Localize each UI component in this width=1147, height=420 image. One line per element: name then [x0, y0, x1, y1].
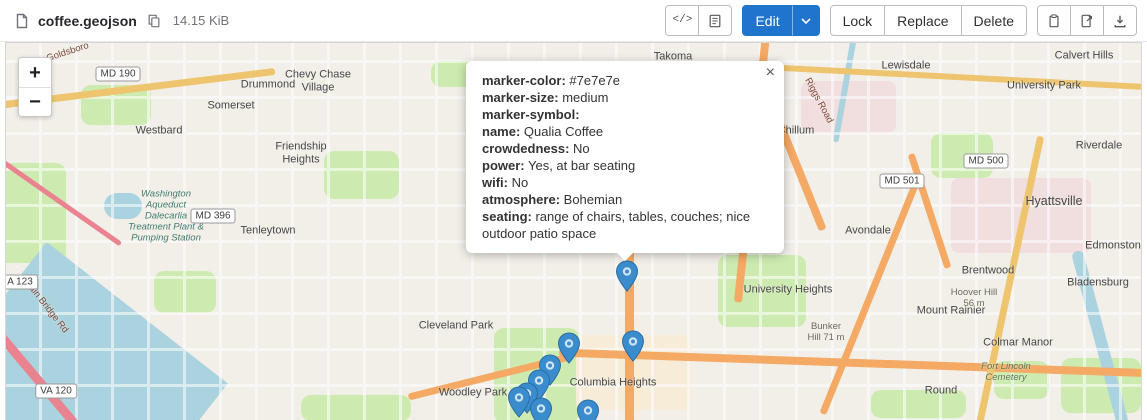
popup-field-key: atmosphere:	[482, 192, 560, 207]
popup-field-value: Yes, at bar seating	[525, 158, 636, 173]
popup-field-value: Bohemian	[560, 192, 622, 207]
map-marker[interactable]	[507, 386, 531, 418]
zoom-out-button[interactable]: −	[19, 87, 51, 116]
popup-field-key: marker-size:	[482, 90, 559, 105]
map-canvas[interactable]: GoldsboroDrummondChevy Chase VillageSome…	[5, 42, 1142, 420]
popup-field: atmosphere: Bohemian	[482, 191, 768, 208]
replace-button[interactable]: Replace	[884, 5, 961, 36]
popup-field: marker-size: medium	[482, 89, 768, 106]
edit-split-button: Edit	[742, 5, 819, 36]
lock-button[interactable]: Lock	[830, 5, 886, 36]
delete-button[interactable]: Delete	[961, 5, 1027, 36]
edit-dropdown-toggle[interactable]	[792, 5, 820, 36]
popup-field-key: seating:	[482, 209, 532, 224]
popup-field-key: power:	[482, 158, 525, 173]
file-action-group: Lock Replace Delete	[830, 5, 1027, 36]
popup-close-button[interactable]: ×	[766, 65, 775, 81]
popup-field: name: Qualia Coffee	[482, 123, 768, 140]
popup-field-key: wifi:	[482, 175, 508, 190]
copy-icon	[147, 14, 161, 28]
popup-field-key: marker-symbol:	[482, 107, 580, 122]
popup-field-value: medium	[559, 90, 609, 105]
code-icon: </>	[673, 15, 693, 26]
file-header-bar: coffee.geojson 14.15 KiB </> Edit	[0, 0, 1147, 42]
chevron-down-icon	[801, 18, 811, 24]
download-icon	[1113, 14, 1127, 28]
popup-field: marker-color: #7e7e7e	[482, 72, 768, 89]
map-marker[interactable]	[576, 399, 600, 420]
popup-field-key: marker-color:	[482, 73, 566, 88]
document-icon	[708, 14, 722, 28]
map-marker[interactable]	[529, 397, 553, 420]
popup-field-value: Qualia Coffee	[520, 124, 603, 139]
popup-field-key: crowdedness:	[482, 141, 569, 156]
popup-field: seating: range of chairs, tables, couche…	[482, 208, 768, 242]
popup-tail	[617, 253, 633, 261]
view-toggle-group: </>	[665, 5, 732, 36]
zoom-control: + −	[18, 57, 52, 117]
copy-contents-button[interactable]	[1037, 5, 1071, 36]
map-marker[interactable]	[621, 330, 645, 362]
popup-field: wifi: No	[482, 174, 768, 191]
display-rendered-button[interactable]	[698, 5, 732, 36]
display-source-button[interactable]: </>	[665, 5, 699, 36]
edit-button[interactable]: Edit	[742, 5, 792, 36]
popup-field: marker-symbol:	[482, 106, 768, 123]
file-size: 14.15 KiB	[173, 13, 229, 28]
popup-field: crowdedness: No	[482, 140, 768, 157]
clipboard-icon	[1047, 14, 1061, 28]
file-utility-group	[1037, 5, 1137, 36]
popup-field: power: Yes, at bar seating	[482, 157, 768, 174]
file-name: coffee.geojson	[38, 13, 137, 29]
popup-field-value: No	[569, 141, 589, 156]
popup-field-value: #7e7e7e	[566, 73, 620, 88]
popup-field-key: name:	[482, 124, 520, 139]
file-icon	[14, 13, 30, 29]
popup-fields: marker-color: #7e7e7emarker-size: medium…	[482, 72, 768, 242]
file-arrow-icon	[1080, 14, 1094, 28]
map-marker[interactable]	[615, 260, 639, 292]
zoom-in-button[interactable]: +	[19, 58, 51, 87]
feature-popup: × marker-color: #7e7e7emarker-size: medi…	[466, 61, 784, 253]
copy-file-path-button[interactable]	[145, 12, 163, 30]
download-button[interactable]	[1103, 5, 1137, 36]
header-actions: </> Edit Lock Replace Delete	[665, 5, 1137, 36]
open-raw-button[interactable]	[1070, 5, 1104, 36]
popup-field-value: No	[508, 175, 528, 190]
